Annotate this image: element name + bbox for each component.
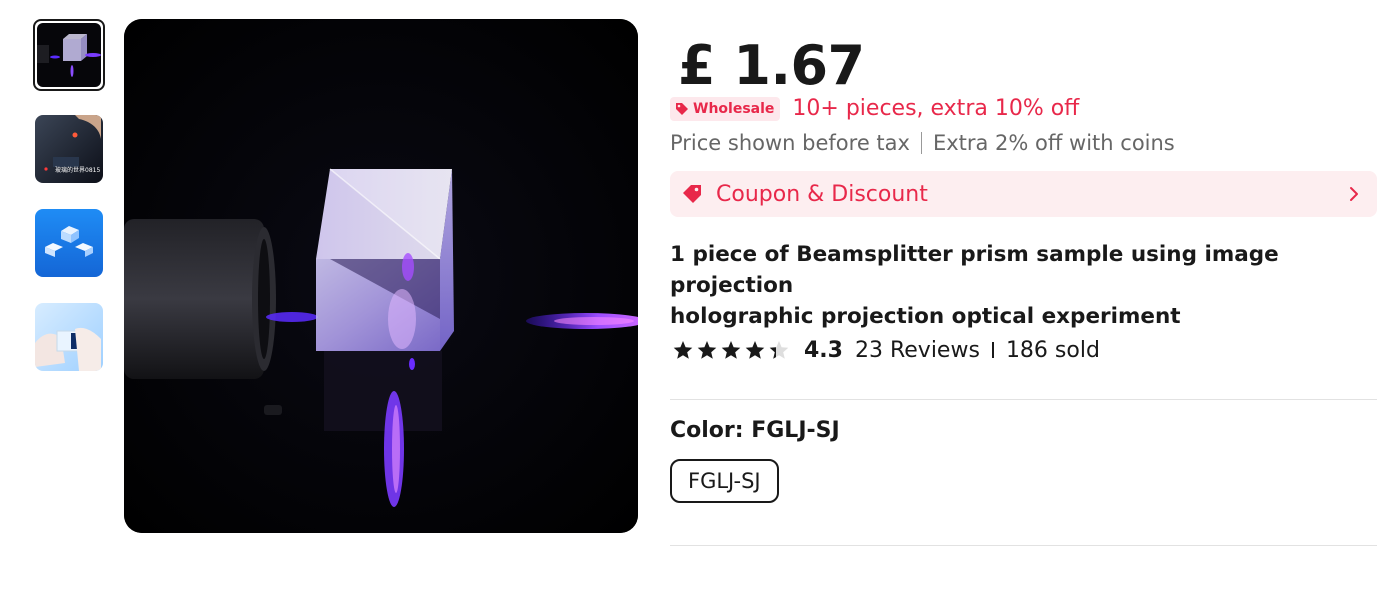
product-title-line-1: 1 piece of Beamsplitter prism sample usi…	[670, 242, 1279, 298]
coins-note: Extra 2% off with coins	[932, 131, 1175, 155]
price: £ 1.67	[678, 34, 865, 97]
product-title-line-2: holographic projection optical experimen…	[670, 304, 1181, 329]
star-icon	[745, 341, 765, 359]
wholesale-badge: Wholesale	[670, 96, 781, 121]
rating-stars	[672, 339, 792, 361]
rating-separator	[991, 342, 994, 358]
divider	[670, 545, 1377, 546]
coupon-label: Coupon & Discount	[716, 181, 928, 207]
thumbnail-4-image	[35, 303, 103, 371]
chevron-right-icon	[1350, 187, 1358, 201]
thumbnail-3-image	[35, 209, 103, 277]
star-icon	[673, 341, 693, 359]
color-label: Color: FGLJ-SJ	[670, 418, 840, 443]
tax-note: Price shown before tax	[670, 131, 910, 155]
tax-separator	[920, 132, 922, 154]
thumbnail-1[interactable]	[33, 19, 105, 91]
star-icon	[721, 341, 741, 359]
color-option-fglj-sj[interactable]: FGLJ-SJ	[670, 459, 779, 503]
thumbnail-2[interactable]: 玻璃的世界0815	[35, 115, 103, 183]
star-icon	[697, 341, 717, 359]
rating-value: 4.3	[804, 337, 843, 363]
rating-row: 4.3 23 Reviews 186 sold	[670, 334, 1100, 366]
tax-row: Price shown before tax Extra 2% off with…	[670, 131, 1175, 155]
wholesale-row: Wholesale 10+ pieces, extra 10% off	[670, 96, 1079, 121]
coupon-discount-bar[interactable]: Coupon & Discount	[670, 171, 1377, 217]
thumbnail-3[interactable]	[35, 209, 103, 277]
thumbnail-2-caption: 玻璃的世界0815	[55, 166, 100, 174]
reviews-link[interactable]: 23 Reviews	[855, 338, 980, 363]
thumbnail-4[interactable]	[35, 303, 103, 371]
sold-count: 186 sold	[1005, 337, 1100, 363]
partial-star-icon	[769, 341, 789, 359]
main-product-image[interactable]	[124, 19, 638, 533]
divider	[670, 399, 1377, 400]
wholesale-badge-label: Wholesale	[693, 100, 775, 117]
coupon-tag-icon	[683, 185, 701, 203]
tag-icon	[676, 102, 688, 115]
thumbnail-1-image	[37, 23, 101, 87]
thumbnail-2-image: 玻璃的世界0815	[35, 115, 103, 183]
product-title: 1 piece of Beamsplitter prism sample usi…	[670, 239, 1377, 332]
wholesale-offer: 10+ pieces, extra 10% off	[792, 96, 1080, 121]
